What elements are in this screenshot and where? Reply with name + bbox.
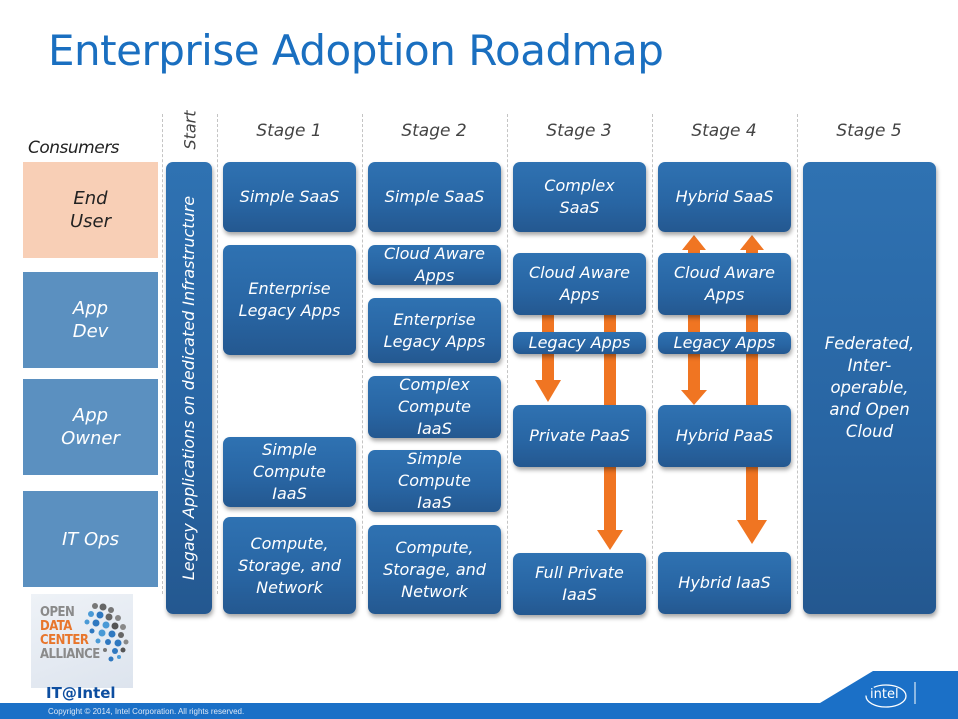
logo-text-data: DATA <box>40 619 72 634</box>
consumer-it-ops: IT Ops <box>23 491 158 587</box>
stage3-legacy-apps: Legacy Apps <box>513 332 646 354</box>
column-divider <box>217 114 218 594</box>
column-divider <box>652 114 653 594</box>
stage-2-header: Stage 2 <box>401 121 467 141</box>
stage4-hybrid-saas: Hybrid SaaS <box>658 162 791 232</box>
column-divider <box>507 114 508 594</box>
stage1-enterprise-legacy-apps: Enterprise Legacy Apps <box>223 245 356 355</box>
column-divider <box>797 114 798 594</box>
stage1-simple-compute-iaas: Simple Compute IaaS <box>223 437 356 507</box>
slide-title: Enterprise Adoption Roadmap <box>48 26 664 75</box>
intel-logo-text: intel <box>870 687 899 702</box>
start-legacy-text: Legacy Applications on dedicated Infrast… <box>179 195 198 581</box>
stage2-complex-compute-iaas: Complex Compute IaaS <box>368 375 501 438</box>
stage4-hybrid-paas: Hybrid PaaS <box>658 405 791 467</box>
logo-dot-globe-icon <box>84 603 129 662</box>
start-legacy-box: Legacy Applications on dedicated Infrast… <box>166 162 212 614</box>
consumer-app-owner: App Owner <box>23 379 158 475</box>
stage3-private-paas: Private PaaS <box>513 405 646 467</box>
stage4-cloud-aware-apps: Cloud Aware Apps <box>658 253 791 315</box>
stage-start-header: Start <box>170 108 210 152</box>
stage3-complex-saas: Complex SaaS <box>513 162 646 232</box>
stage-4-header: Stage 4 <box>691 121 757 141</box>
consumers-label: Consumers <box>28 138 120 158</box>
logo-text-open: OPEN <box>40 605 75 620</box>
consumer-app-dev: App Dev <box>23 272 158 368</box>
stage3-cloud-aware-apps: Cloud Aware Apps <box>513 253 646 315</box>
stage4-legacy-apps: Legacy Apps <box>658 332 791 354</box>
stage2-compute-storage-network: Compute, Storage, and Network <box>368 525 501 614</box>
stage2-simple-saas: Simple SaaS <box>368 162 501 232</box>
stage2-cloud-aware-apps: Cloud Aware Apps <box>368 244 501 285</box>
stage-3-header: Stage 3 <box>546 121 612 141</box>
stage2-enterprise-legacy-apps: Enterprise Legacy Apps <box>368 298 501 363</box>
stage-5-header: Stage 5 <box>836 121 902 141</box>
stage5-federated-cloud: Federated, Inter- operable, and Open Clo… <box>803 162 936 614</box>
intel-logo: intel <box>864 683 908 713</box>
stage2-simple-compute-iaas: Simple Compute IaaS <box>368 449 501 512</box>
stage-start-label: Start <box>180 110 200 150</box>
stage-1-header: Stage 1 <box>256 121 322 141</box>
column-divider <box>362 114 363 594</box>
copyright-text: Copyright © 2014, Intel Corporation. All… <box>48 707 245 716</box>
column-divider <box>162 114 163 594</box>
stage3-full-private-iaas: Full Private IaaS <box>513 553 646 615</box>
consumer-end-user: End User <box>23 162 158 258</box>
stage1-simple-saas: Simple SaaS <box>223 162 356 232</box>
stage4-hybrid-iaas: Hybrid IaaS <box>658 552 791 614</box>
stage1-compute-storage-network: Compute, Storage, and Network <box>223 517 356 614</box>
